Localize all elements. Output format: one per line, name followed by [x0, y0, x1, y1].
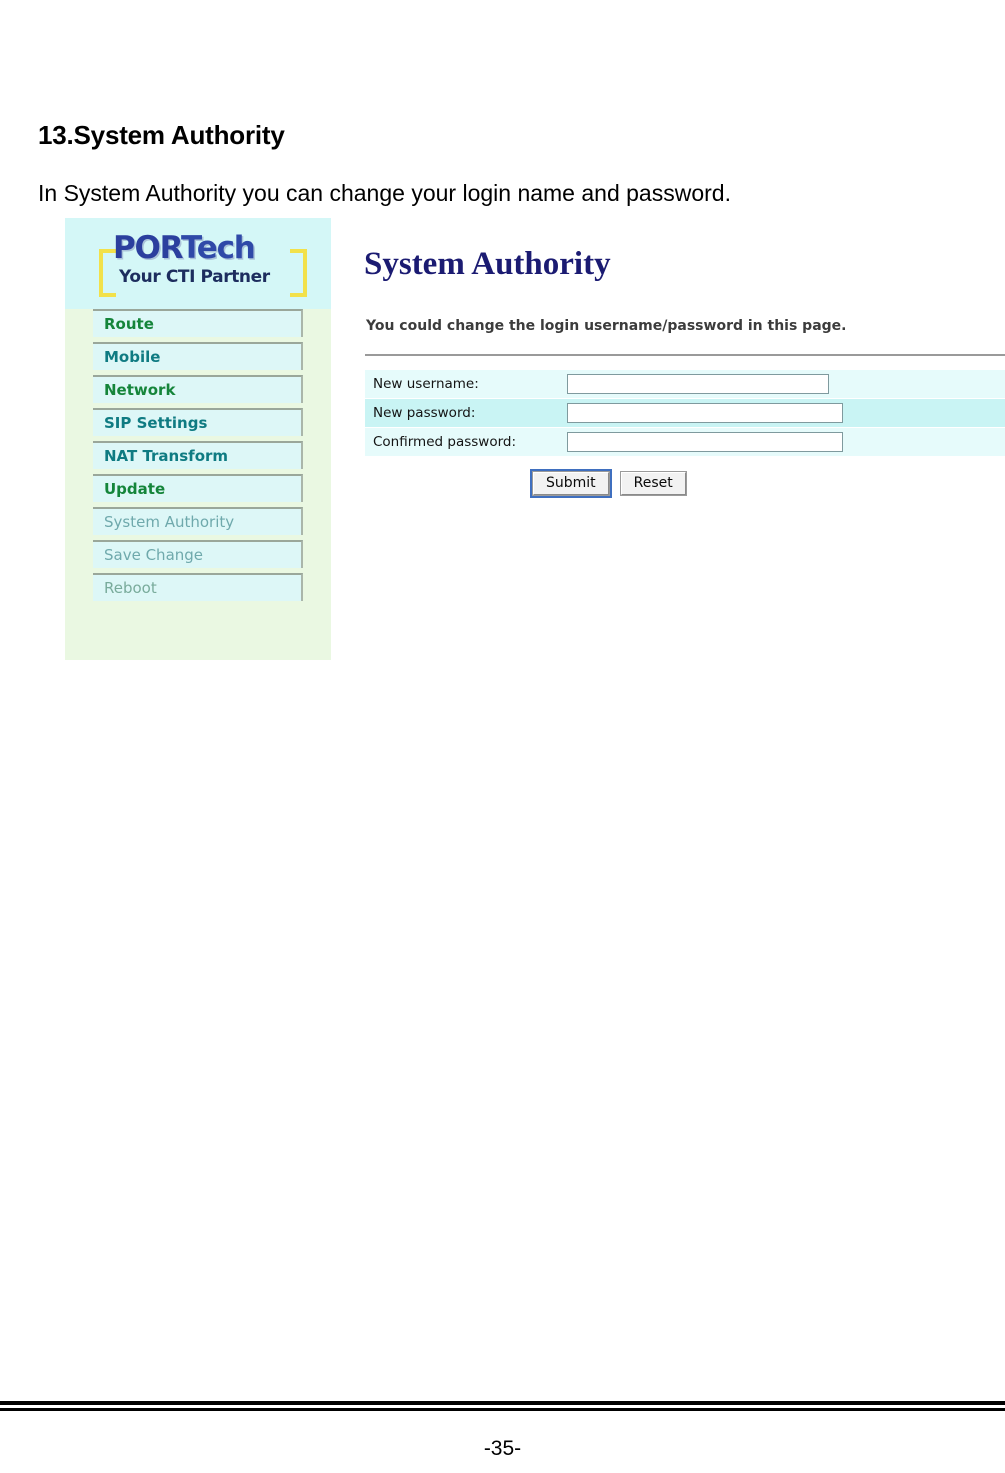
submit-button[interactable]: Submit: [533, 472, 609, 495]
page-number: -35-: [483, 1437, 522, 1460]
brand-primary: POR: [113, 230, 182, 266]
reset-button[interactable]: Reset: [620, 472, 686, 495]
confirmed-password-label: Confirmed password:: [373, 434, 517, 450]
sidebar-item-nat-transform[interactable]: NAT Transform: [93, 441, 303, 469]
sidebar-item-mobile[interactable]: Mobile: [93, 342, 303, 370]
new-password-label: New password:: [373, 405, 476, 421]
pane-title: System Authority: [364, 246, 611, 282]
router-web-ui-screenshot: PORTech Your CTI Partner Route Mobile Ne…: [65, 218, 1005, 660]
new-username-input[interactable]: [567, 374, 829, 394]
new-username-label: New username:: [373, 376, 479, 392]
sidebar-item-network[interactable]: Network: [93, 375, 303, 403]
new-password-input[interactable]: [567, 403, 843, 423]
pane-description: You could change the login username/pass…: [366, 318, 847, 334]
confirmed-password-input[interactable]: [567, 432, 843, 452]
sidebar-item-save-change[interactable]: Save Change: [93, 540, 303, 568]
brand-wordmark: PORTech: [113, 230, 256, 266]
page-title: 13.System Authority: [38, 120, 285, 150]
intro-paragraph: In System Authority you can change your …: [38, 180, 731, 206]
brand-tagline: Your CTI Partner: [119, 267, 270, 287]
confirmed-password-field-cell: [567, 432, 1005, 452]
sidebar-item-system-authority[interactable]: System Authority: [93, 507, 303, 535]
form-row-new-password: New password:: [365, 399, 1005, 427]
sidebar: PORTech Your CTI Partner Route Mobile Ne…: [65, 218, 331, 660]
new-username-field-cell: [567, 374, 1005, 394]
right-bracket-icon: [290, 249, 307, 297]
brand-secondary: Tech: [180, 230, 256, 266]
sidebar-menu: Route Mobile Network SIP Settings NAT Tr…: [65, 309, 331, 606]
content-pane: System Authority You could change the lo…: [331, 218, 1005, 660]
sidebar-item-sip-settings[interactable]: SIP Settings: [93, 408, 303, 436]
form-actions: Submit Reset: [533, 472, 686, 495]
form-row-confirmed-password: Confirmed password:: [365, 428, 1005, 456]
sidebar-item-update[interactable]: Update: [93, 474, 303, 502]
divider: [365, 354, 1005, 356]
footer-rule-bottom: [0, 1408, 1005, 1411]
sidebar-item-route[interactable]: Route: [93, 309, 303, 337]
footer-rule-top: [0, 1401, 1005, 1405]
new-password-field-cell: [567, 403, 1005, 423]
sidebar-item-reboot[interactable]: Reboot: [93, 573, 303, 601]
form-row-new-username: New username:: [365, 370, 1005, 398]
authority-form: New username: New password: Confirmed pa…: [365, 370, 1005, 457]
brand-logo: PORTech Your CTI Partner: [65, 218, 331, 309]
